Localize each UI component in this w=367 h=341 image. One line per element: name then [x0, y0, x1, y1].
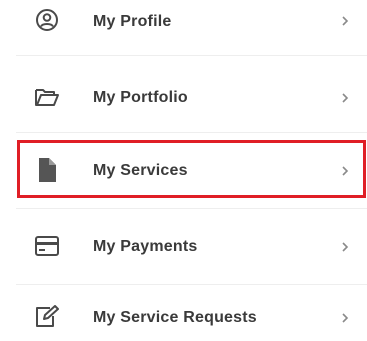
menu-item-my-payments[interactable]: My Payments [0, 218, 367, 274]
menu-item-label: My Portfolio [93, 89, 188, 106]
menu-item-label: My Payments [93, 238, 198, 255]
divider [16, 55, 367, 56]
divider [16, 208, 367, 209]
folder-icon [34, 84, 60, 110]
chevron-right-icon [340, 240, 350, 254]
menu-item-label: My Profile [93, 13, 172, 30]
edit-icon [34, 304, 60, 330]
menu-item-my-service-requests[interactable]: My Service Requests [0, 294, 367, 340]
menu-item-my-portfolio[interactable]: My Portfolio [0, 70, 367, 126]
account-menu: My Profile My Portfolio My Services My P… [0, 0, 367, 341]
chevron-right-icon [340, 91, 350, 105]
menu-item-label: My Service Requests [93, 309, 257, 326]
chevron-right-icon [340, 14, 350, 28]
divider [16, 284, 367, 285]
chevron-right-icon [340, 311, 350, 325]
card-icon [34, 233, 60, 259]
menu-item-my-profile[interactable]: My Profile [0, 0, 367, 46]
divider [16, 132, 367, 133]
selection-highlight [17, 140, 366, 198]
profile-icon [34, 7, 60, 33]
